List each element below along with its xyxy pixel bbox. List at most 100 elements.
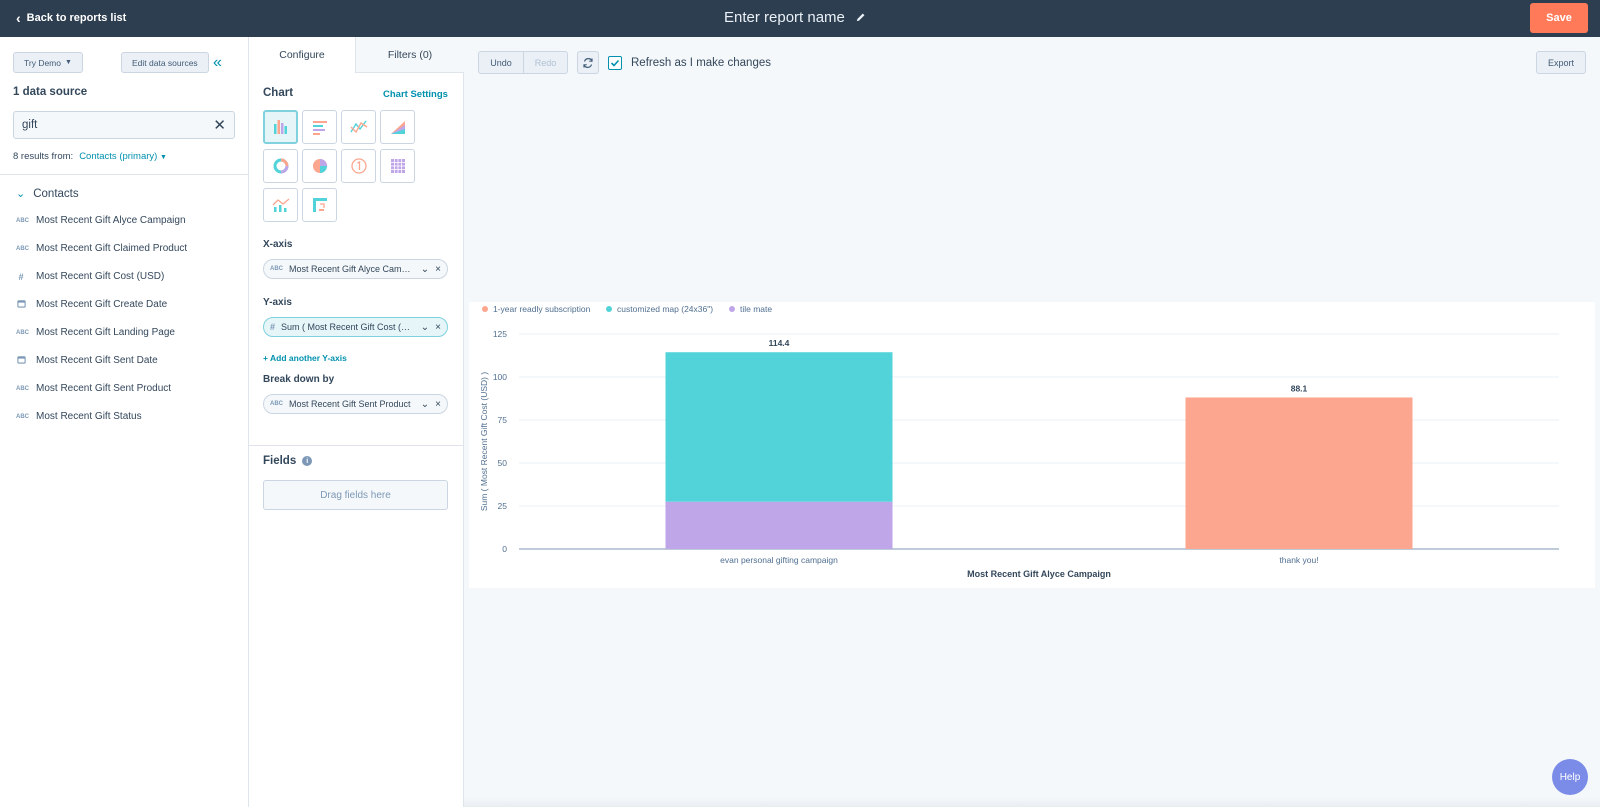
top-bar: ‹ Back to reports list Enter report name… bbox=[0, 0, 1600, 37]
bar-segment bbox=[1185, 397, 1413, 549]
fields-drop-zone[interactable]: Drag fields here bbox=[263, 480, 448, 510]
property-search-input[interactable]: gift ✕ bbox=[13, 111, 235, 139]
x-tick-label: thank you! bbox=[1279, 555, 1318, 565]
y-tick-label: 25 bbox=[498, 501, 508, 511]
yaxis-property-chip[interactable]: # Sum ( Most Recent Gift Cost (USD) ) ⌄ … bbox=[263, 317, 448, 337]
legend-item[interactable]: 1-year readly subscription bbox=[482, 304, 590, 314]
property-item[interactable]: ABC Most Recent Gift Status bbox=[16, 411, 142, 422]
add-yaxis-link[interactable]: + Add another Y-axis bbox=[263, 353, 347, 363]
legend-swatch bbox=[606, 306, 612, 312]
table-chart-icon[interactable] bbox=[380, 149, 415, 183]
chevron-down-icon: ⌄ bbox=[16, 188, 26, 200]
help-button[interactable]: Help bbox=[1552, 759, 1588, 795]
text-type-icon: ABC bbox=[270, 266, 283, 272]
y-axis-title: Sum ( Most Recent Gift Cost (USD) ) bbox=[479, 372, 489, 511]
y-tick-label: 0 bbox=[502, 544, 507, 554]
undo-button[interactable]: Undo bbox=[478, 51, 524, 74]
pivot-table-icon[interactable] bbox=[302, 188, 337, 222]
remove-icon[interactable]: × bbox=[435, 264, 441, 275]
chevron-left-icon: ‹ bbox=[16, 10, 21, 26]
chevron-down-icon[interactable]: ⌄ bbox=[421, 264, 429, 275]
results-source-label: Contacts (primary) bbox=[79, 151, 158, 162]
results-prefix: 8 results from: bbox=[13, 151, 74, 162]
legend-item[interactable]: tile mate bbox=[729, 304, 772, 314]
legend-item[interactable]: customized map (24x36") bbox=[606, 304, 713, 314]
info-icon[interactable]: i bbox=[302, 456, 313, 466]
x-axis-title: Most Recent Gift Alyce Campaign bbox=[967, 569, 1111, 579]
caret-down-icon: ▼ bbox=[65, 59, 72, 66]
clear-search-icon[interactable]: ✕ bbox=[213, 116, 226, 134]
remove-icon[interactable]: × bbox=[435, 399, 441, 410]
calendar-icon bbox=[16, 299, 26, 310]
save-button[interactable]: Save bbox=[1530, 3, 1588, 33]
divider bbox=[249, 445, 463, 446]
vertical-bar-chart-icon[interactable] bbox=[263, 110, 298, 144]
area-chart-icon[interactable] bbox=[380, 110, 415, 144]
property-label: Most Recent Gift Status bbox=[36, 411, 142, 422]
edit-data-sources-button[interactable]: Edit data sources bbox=[121, 52, 209, 73]
fields-section-label: Fields i bbox=[263, 455, 313, 467]
breakdown-property-chip[interactable]: ABC Most Recent Gift Sent Product ⌄ × bbox=[263, 394, 448, 414]
property-item[interactable]: ABC Most Recent Gift Claimed Product bbox=[16, 243, 187, 254]
property-item[interactable]: Most Recent Gift Sent Date bbox=[16, 355, 158, 366]
tab-filters[interactable]: Filters (0) bbox=[355, 37, 464, 73]
report-name-placeholder[interactable]: Enter report name bbox=[724, 9, 845, 26]
export-button[interactable]: Export bbox=[1536, 51, 1586, 74]
data-source-count: 1 data source bbox=[13, 86, 88, 98]
x-tick-label: evan personal gifting campaign bbox=[720, 555, 838, 565]
refresh-label: Refresh as I make changes bbox=[631, 57, 771, 69]
y-tick-label: 125 bbox=[493, 329, 507, 339]
breakdown-label: Break down by bbox=[263, 374, 335, 385]
pie-chart-icon[interactable] bbox=[302, 149, 337, 183]
chart-settings-link[interactable]: Chart Settings bbox=[383, 89, 448, 100]
number-type-icon: # bbox=[18, 271, 24, 282]
chevron-down-icon[interactable]: ⌄ bbox=[421, 399, 429, 410]
legend-swatch bbox=[482, 306, 488, 312]
refresh-icon[interactable] bbox=[577, 51, 599, 74]
results-source-dropdown[interactable]: Contacts (primary) ▼ bbox=[79, 151, 167, 162]
tab-configure[interactable]: Configure bbox=[249, 37, 355, 73]
pencil-icon[interactable] bbox=[855, 12, 866, 23]
fields-label: Fields bbox=[263, 455, 297, 467]
property-item[interactable]: ABC Most Recent Gift Sent Product bbox=[16, 383, 171, 394]
y-tick-label: 50 bbox=[498, 458, 508, 468]
property-item[interactable]: ABC Most Recent Gift Alyce Campaign bbox=[16, 215, 186, 226]
report-name-field[interactable]: Enter report name bbox=[724, 9, 866, 26]
breakdown-property-label: Most Recent Gift Sent Product bbox=[289, 399, 411, 409]
stacked-bar-chart: 0 25 50 75 100 125 Sum ( Most Recent Gift Cost… bbox=[479, 329, 1559, 579]
property-label: Most Recent Gift Sent Date bbox=[36, 355, 158, 366]
search-value[interactable]: gift bbox=[22, 119, 37, 131]
contacts-group-header[interactable]: ⌄ Contacts bbox=[16, 187, 79, 201]
back-link-label: Back to reports list bbox=[26, 12, 127, 24]
back-to-reports-link[interactable]: ‹ Back to reports list bbox=[16, 10, 126, 26]
legend-label: customized map (24x36") bbox=[617, 304, 714, 314]
property-label: Most Recent Gift Alyce Campaign bbox=[36, 215, 186, 226]
summary-number-icon[interactable] bbox=[341, 149, 376, 183]
redo-button[interactable]: Redo bbox=[523, 51, 568, 74]
xaxis-property-label: Most Recent Gift Alyce Campaign bbox=[289, 264, 415, 274]
horizontal-bar-chart-icon[interactable] bbox=[302, 110, 337, 144]
xaxis-property-chip[interactable]: ABC Most Recent Gift Alyce Campaign ⌄ × bbox=[263, 259, 448, 279]
results-summary: 8 results from: Contacts (primary) ▼ bbox=[13, 151, 167, 162]
property-item[interactable]: Most Recent Gift Create Date bbox=[16, 299, 167, 310]
yaxis-label: Y-axis bbox=[263, 297, 292, 308]
property-item[interactable]: ABC Most Recent Gift Landing Page bbox=[16, 327, 175, 338]
contacts-group-label: Contacts bbox=[33, 187, 79, 200]
property-item[interactable]: # Most Recent Gift Cost (USD) bbox=[16, 271, 164, 282]
configure-panel: Configure Filters (0) Chart Chart Settin… bbox=[249, 37, 464, 807]
combination-chart-icon[interactable] bbox=[263, 188, 298, 222]
bar-total-label: 114.4 bbox=[769, 338, 790, 348]
remove-icon[interactable]: × bbox=[435, 322, 441, 333]
line-chart-icon[interactable] bbox=[341, 110, 376, 144]
bottom-edge bbox=[464, 797, 1600, 807]
legend-label: tile mate bbox=[740, 304, 773, 314]
collapse-panel-icon[interactable]: « bbox=[213, 54, 222, 72]
edit-data-sources-label: Edit data sources bbox=[132, 57, 198, 68]
try-demo-button[interactable]: Try Demo ▼ bbox=[13, 52, 83, 73]
donut-chart-icon[interactable] bbox=[263, 149, 298, 183]
chevron-down-icon[interactable]: ⌄ bbox=[421, 322, 429, 333]
y-tick-label: 75 bbox=[498, 415, 508, 425]
refresh-checkbox[interactable] bbox=[608, 56, 622, 70]
text-type-icon: ABC bbox=[16, 329, 29, 336]
property-label: Most Recent Gift Claimed Product bbox=[36, 243, 188, 254]
